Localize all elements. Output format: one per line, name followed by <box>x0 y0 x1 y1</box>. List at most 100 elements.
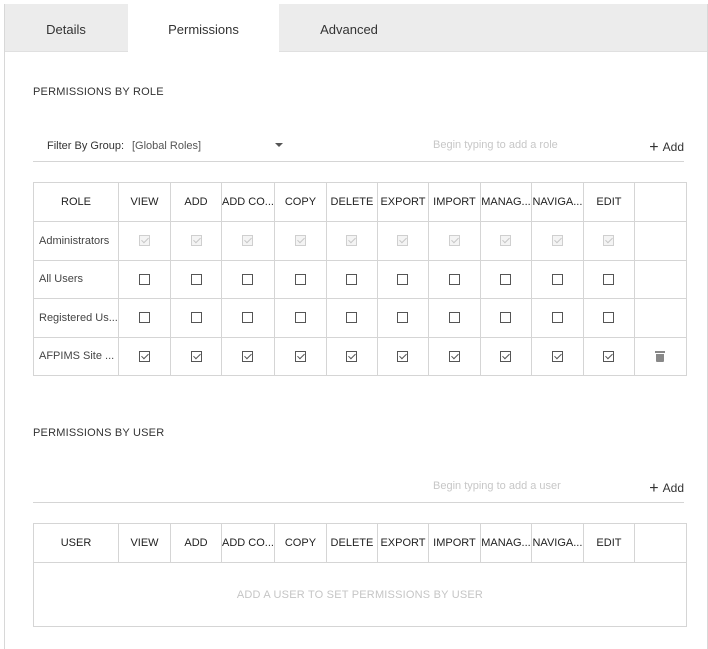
permission-checkbox-naviga[interactable] <box>551 350 563 362</box>
plus-icon: + <box>649 480 659 497</box>
filter-label: Filter By Group: <box>47 140 125 152</box>
permission-checkbox-view <box>139 235 150 247</box>
permission-cell <box>170 221 222 261</box>
permission-cell <box>118 221 171 261</box>
permission-checkbox-delete[interactable] <box>346 273 358 285</box>
permission-cell <box>530 259 584 299</box>
tab-advanced[interactable]: Advanced <box>279 4 419 52</box>
permission-checkbox-add-co[interactable] <box>242 273 254 285</box>
permission-cell <box>221 298 275 338</box>
user-section-title: PERMISSIONS BY USER <box>33 427 165 439</box>
tab-details[interactable]: Details <box>5 4 127 52</box>
permission-cell <box>582 336 635 376</box>
permission-checkbox-naviga[interactable] <box>551 312 563 324</box>
permission-cell <box>376 259 429 299</box>
add-role-button[interactable]: + Add <box>649 138 684 156</box>
column-header-add-co: ADD CO... <box>221 182 275 222</box>
role-name: Administrators <box>33 221 119 261</box>
trash-can <box>656 353 665 362</box>
role-filter-row: Filter By Group: [Global Roles] Begin ty… <box>33 134 684 162</box>
permission-checkbox-add-co[interactable] <box>242 350 254 362</box>
column-header-copy: COPY <box>273 523 327 563</box>
permission-checkbox-export[interactable] <box>397 312 409 324</box>
permissions-panel: Details Permissions Advanced PERMISSIONS… <box>4 4 708 649</box>
permission-cell <box>427 221 481 261</box>
permission-cell <box>221 221 275 261</box>
permission-checkbox-naviga <box>551 235 563 247</box>
permission-cell <box>170 259 222 299</box>
permission-checkbox-copy[interactable] <box>294 312 306 324</box>
permission-checkbox-export[interactable] <box>397 350 409 362</box>
permission-cell <box>479 259 532 299</box>
permission-checkbox-import <box>448 235 460 247</box>
column-header-add-co: ADD CO... <box>221 523 275 563</box>
permission-checkbox-import[interactable] <box>448 312 460 324</box>
permission-checkbox-edit[interactable] <box>603 312 615 324</box>
permission-checkbox-delete[interactable] <box>346 312 358 324</box>
empty-row: ADD A USER TO SET PERMISSIONS BY USER <box>33 562 687 627</box>
permission-checkbox-add[interactable] <box>190 273 202 285</box>
permission-cell <box>479 221 532 261</box>
column-header-delete: DELETE <box>325 523 378 563</box>
permission-cell <box>118 259 171 299</box>
column-header-edit: EDIT <box>582 182 635 222</box>
permission-checkbox-delete <box>346 235 358 247</box>
permission-checkbox-edit[interactable] <box>603 273 615 285</box>
table-row: AFPIMS Site ... <box>33 336 687 376</box>
permission-checkbox-manag[interactable] <box>500 350 512 362</box>
permission-cell <box>221 259 275 299</box>
permission-checkbox-view[interactable] <box>139 350 150 362</box>
permission-checkbox-view[interactable] <box>139 312 150 324</box>
column-header-naviga: NAVIGA... <box>530 523 584 563</box>
permission-cell <box>273 298 327 338</box>
column-header-view: VIEW <box>118 523 171 563</box>
plus-icon: + <box>649 139 659 156</box>
permission-checkbox-view[interactable] <box>139 273 150 285</box>
permission-checkbox-add-co[interactable] <box>242 312 254 324</box>
column-header-manag: MANAG... <box>479 523 532 563</box>
permission-checkbox-manag[interactable] <box>500 273 512 285</box>
permission-checkbox-add[interactable] <box>190 350 202 362</box>
permission-cell <box>221 336 275 376</box>
row-actions <box>633 298 687 338</box>
add-role-label: Add <box>662 140 684 154</box>
permission-cell <box>325 336 378 376</box>
permission-cell <box>376 298 429 338</box>
permission-checkbox-edit[interactable] <box>603 350 615 362</box>
caret-down-icon[interactable] <box>275 143 283 147</box>
permission-cell <box>427 259 481 299</box>
permission-cell <box>530 298 584 338</box>
permission-checkbox-add[interactable] <box>190 312 202 324</box>
user-table-header: USER VIEW ADD ADD CO... COPY DELETE EXPORT IMPO… <box>33 523 687 563</box>
role-section-title: PERMISSIONS BY ROLE <box>33 86 164 98</box>
add-user-button[interactable]: + Add <box>649 479 684 497</box>
column-header-user: USER <box>33 523 119 563</box>
role-name: Registered Us... <box>33 298 119 338</box>
column-header-delete: DELETE <box>325 182 378 222</box>
permission-checkbox-import[interactable] <box>448 273 460 285</box>
permission-checkbox-delete[interactable] <box>346 350 358 362</box>
table-row: Administrators <box>33 221 687 261</box>
user-filter-row: Begin typing to add a user + Add <box>33 475 684 503</box>
tab-permissions[interactable]: Permissions <box>128 4 279 53</box>
user-permissions-table: USER VIEW ADD ADD CO... COPY DELETE EXPORT IMPO… <box>33 523 687 627</box>
column-header-naviga: NAVIGA... <box>530 182 584 222</box>
add-user-input[interactable]: Begin typing to add a user <box>433 480 633 492</box>
permission-cell <box>582 259 635 299</box>
permission-checkbox-copy[interactable] <box>294 273 306 285</box>
column-header-export: EXPORT <box>376 182 429 222</box>
permission-checkbox-manag <box>500 235 512 247</box>
trash-icon[interactable] <box>655 350 666 362</box>
permission-checkbox-export[interactable] <box>397 273 409 285</box>
add-role-input[interactable]: Begin typing to add a role <box>433 139 633 151</box>
filter-group-select[interactable]: [Global Roles] <box>132 140 201 152</box>
permission-cell <box>479 298 532 338</box>
table-row: All Users <box>33 259 687 299</box>
row-actions <box>633 336 687 376</box>
permission-cell <box>582 221 635 261</box>
permission-checkbox-copy[interactable] <box>294 350 306 362</box>
permission-checkbox-manag[interactable] <box>500 312 512 324</box>
permission-checkbox-naviga[interactable] <box>551 273 563 285</box>
column-header-actions <box>633 523 687 563</box>
permission-checkbox-import[interactable] <box>448 350 460 362</box>
